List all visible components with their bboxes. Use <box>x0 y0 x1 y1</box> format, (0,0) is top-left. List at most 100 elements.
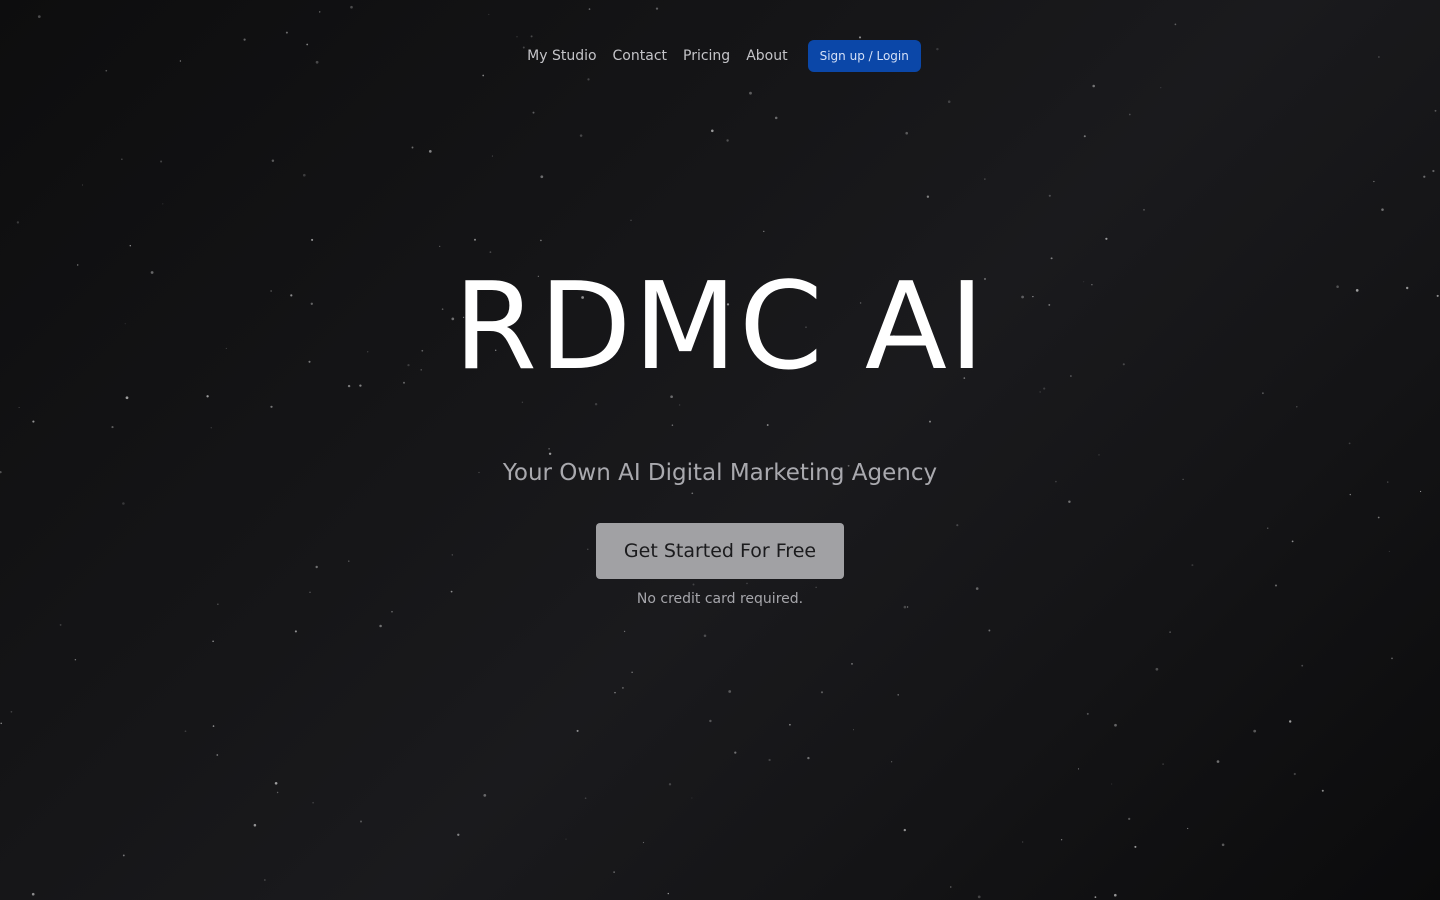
star-dot <box>584 797 587 800</box>
star-dot <box>977 895 981 899</box>
nav-link-about[interactable]: About <box>746 48 787 64</box>
star-dot <box>1191 564 1194 567</box>
star-dot <box>59 623 62 626</box>
star-dot <box>851 663 853 665</box>
star-dot <box>1348 442 1351 445</box>
star-dot <box>1377 516 1380 519</box>
star-dot <box>1349 493 1351 496</box>
star-dot <box>709 719 712 723</box>
star-dot <box>947 100 951 103</box>
star-dot <box>1216 760 1220 763</box>
star-dot <box>630 219 632 222</box>
star-dot <box>162 203 164 205</box>
star-dot <box>613 871 615 873</box>
star-dot <box>1094 896 1097 898</box>
star-dot <box>474 238 476 241</box>
nav-link-contact[interactable]: Contact <box>613 48 667 64</box>
star-dot <box>1301 664 1304 667</box>
star-dot <box>1128 113 1131 116</box>
star-dot <box>897 694 899 696</box>
star-dot <box>1160 87 1162 89</box>
star-dot <box>1420 490 1422 493</box>
star-dot <box>579 134 583 137</box>
star-dot <box>1289 720 1292 723</box>
hero-subtitle: Your Own AI Digital Marketing Agency <box>502 460 938 486</box>
star-dot <box>1253 729 1257 733</box>
star-dot <box>37 15 41 18</box>
star-dot <box>711 129 714 133</box>
star-dot <box>1114 723 1117 727</box>
star-dot <box>587 548 589 550</box>
star-dot <box>576 729 579 732</box>
star-dot <box>820 691 824 694</box>
star-dot <box>111 426 114 429</box>
star-dot <box>294 630 297 633</box>
star-dot <box>728 690 732 693</box>
star-dot <box>621 686 624 689</box>
star-dot <box>311 238 314 241</box>
star-dot <box>160 160 163 163</box>
star-dot <box>1068 500 1071 503</box>
star-dot <box>285 31 288 34</box>
star-dot <box>655 7 659 10</box>
star-dot <box>1105 237 1108 240</box>
star-dot <box>671 424 674 426</box>
star-dot <box>1321 789 1324 792</box>
star-dot <box>1432 169 1435 173</box>
star-dot <box>129 244 132 247</box>
star-dot <box>929 420 931 423</box>
star-dot <box>774 116 778 120</box>
star-dot <box>1048 194 1051 197</box>
star-dot <box>439 245 441 247</box>
star-dot <box>1083 135 1086 138</box>
star-dot <box>319 11 321 13</box>
star-dot <box>1373 180 1375 183</box>
nav-link-pricing[interactable]: Pricing <box>683 48 730 64</box>
star-dot <box>1022 841 1024 843</box>
star-dot <box>789 723 791 726</box>
star-dot <box>457 833 460 836</box>
star-dot <box>122 502 125 505</box>
star-dot <box>516 36 518 38</box>
star-dot <box>1092 84 1095 88</box>
star-dot <box>348 560 350 562</box>
star-dot <box>950 886 952 888</box>
star-dot <box>631 671 633 673</box>
star-dot <box>858 36 862 39</box>
star-dot <box>1391 657 1393 660</box>
star-dot <box>642 841 645 844</box>
star-dot <box>530 35 533 38</box>
star-dot <box>614 691 616 694</box>
star-dot <box>763 230 765 232</box>
nav-link-my-studio[interactable]: My Studio <box>527 48 596 64</box>
star-dot <box>548 447 550 450</box>
star-dot <box>212 725 215 727</box>
star-dot <box>488 13 490 16</box>
star-dot <box>678 404 681 406</box>
star-dot <box>122 854 125 857</box>
signup-login-button[interactable]: Sign up / Login <box>807 40 921 72</box>
star-dot <box>184 730 187 733</box>
star-dot <box>540 239 542 242</box>
star-dot <box>1134 845 1137 848</box>
star-dot <box>1143 208 1145 211</box>
star-dot <box>734 751 737 754</box>
star-dot <box>903 828 906 832</box>
star-dot <box>667 892 669 895</box>
star-dot <box>703 634 707 637</box>
star-dot <box>491 155 493 157</box>
star-dot <box>588 8 591 10</box>
star-dot <box>1434 109 1437 112</box>
star-dot <box>1187 827 1189 830</box>
get-started-button[interactable]: Get Started For Free <box>596 523 844 579</box>
star-dot <box>276 791 279 794</box>
star-dot <box>815 586 817 588</box>
star-dot <box>668 783 672 786</box>
star-dot <box>1155 667 1159 671</box>
star-dot <box>264 879 266 881</box>
star-dot <box>807 756 810 760</box>
star-dot <box>270 405 273 408</box>
star-dot <box>1291 540 1294 543</box>
star-dot <box>594 403 598 406</box>
star-dot <box>1086 712 1089 715</box>
